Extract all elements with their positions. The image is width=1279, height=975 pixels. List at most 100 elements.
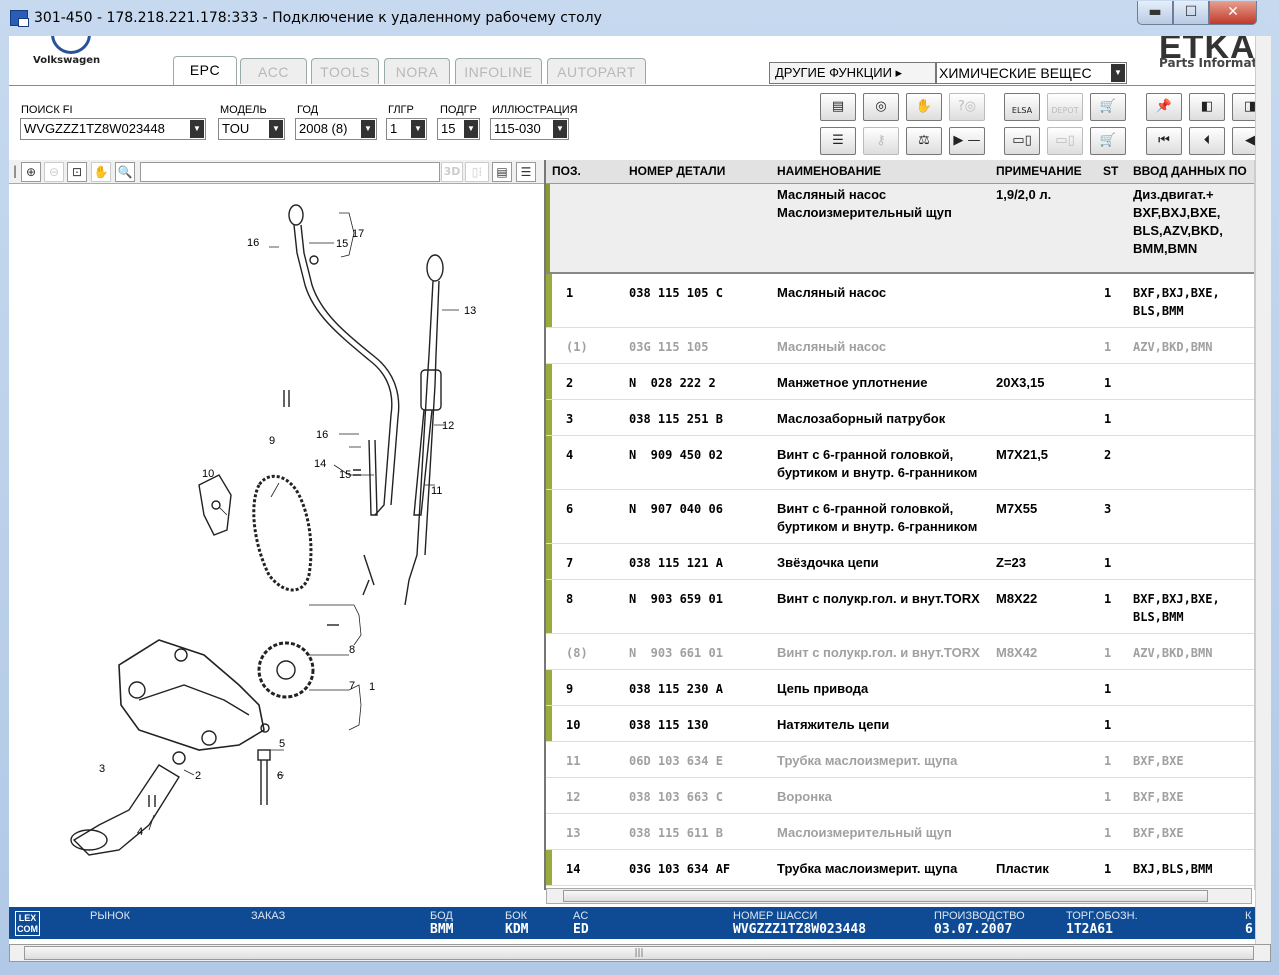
depot-info-button[interactable]: ▭▯ xyxy=(1047,127,1083,155)
scale-button[interactable]: ⚖ xyxy=(906,127,942,155)
cell-part-number: N 909 450 02 xyxy=(629,448,723,462)
prev-page-button[interactable]: ⏴ xyxy=(1189,127,1225,155)
table-row[interactable]: 3 038 115 251 B Маслозаборный патрубок 1 xyxy=(546,400,1271,436)
table-horizontal-scrollbar[interactable] xyxy=(546,888,1252,904)
first-page-button[interactable]: ⏮ xyxy=(1146,127,1182,155)
search-button[interactable]: 🔍 xyxy=(115,162,135,182)
tab-tools[interactable]: TOOLS xyxy=(311,58,379,84)
table-row[interactable]: 13 038 115 611 B Маслоизмерительный щуп 1 BX… xyxy=(546,814,1271,850)
col-name[interactable]: НАИМЕНОВАНИЕ xyxy=(777,164,881,178)
tab-infoline[interactable]: INFOLINE xyxy=(455,58,542,84)
table-row[interactable]: 4 N 909 450 02 Винт с 6-гранной головкой, … xyxy=(546,436,1271,490)
callout-10: 10 xyxy=(202,468,214,480)
split-view-button[interactable]: ▤ xyxy=(492,162,512,182)
col-input[interactable]: ВВОД ДАННЫХ ПО xyxy=(1133,164,1247,178)
cell-st: 1 xyxy=(1104,286,1112,300)
podgr-select[interactable]: 15 ▼ xyxy=(437,118,480,140)
chemicals-select[interactable]: ХИМИЧЕСКИЕ ВЕЩЕС ▼ xyxy=(936,62,1127,84)
play-stop-button[interactable]: ▶ — xyxy=(949,127,985,155)
3d-button[interactable]: 3D xyxy=(441,162,463,182)
service-button[interactable]: ◎ xyxy=(863,93,899,121)
columns-view-button[interactable]: ☰ xyxy=(516,162,536,182)
table-row[interactable]: 8 N 903 659 01 Винт с полукр.гол. и внут.T… xyxy=(546,580,1271,634)
cell-note: M7X21,5 xyxy=(996,447,1049,462)
page-back-button[interactable]: ◧ xyxy=(1189,93,1225,121)
table-group-header-row[interactable]: Масляный насос Маслоизмерительный щуп 1,… xyxy=(546,184,1271,274)
cell-name: Масляный насос xyxy=(777,285,887,300)
close-button[interactable]: ✕ xyxy=(1209,1,1257,25)
fi-search-label: ПОИСК FI xyxy=(21,104,73,116)
cart-icon: 🛒 xyxy=(1099,99,1117,114)
table-row[interactable]: 6 N 907 040 06 Винт с 6-гранной головкой, … xyxy=(546,490,1271,544)
table-row[interactable]: (8) N 903 661 01 Винт с полукр.гол. и внут… xyxy=(546,634,1271,670)
col-pos[interactable]: ПОЗ. xyxy=(552,164,581,178)
tab-acc[interactable]: ACC xyxy=(240,58,307,84)
cell-st: 1 xyxy=(1104,556,1112,570)
fi-search-field[interactable]: WVGZZZ1TZ8W023448 ▼ xyxy=(20,118,206,140)
fi-search-value: WVGZZZ1TZ8W023448 xyxy=(24,121,165,136)
cell-input: AZV,BKD,BMN xyxy=(1133,340,1213,354)
cell-name: Трубка маслоизмерит. щупа xyxy=(777,753,958,768)
model-select[interactable]: TOU ▼ xyxy=(218,118,285,140)
table-row[interactable]: 9 038 115 230 A Цепь привода 1 xyxy=(546,670,1271,706)
window-vertical-scrollbar[interactable] xyxy=(1255,36,1271,944)
cart-button[interactable]: 🛒 xyxy=(1090,93,1126,121)
order-label: ЗАКАЗ xyxy=(251,910,286,922)
zoom-in-button[interactable]: ⊕ xyxy=(21,162,41,182)
scroll-thumb[interactable] xyxy=(563,890,1208,902)
zoom-out-button[interactable]: ⊖ xyxy=(44,162,64,182)
table-row[interactable]: 11 06D 103 634 E Трубка маслоизмерит. щупа… xyxy=(546,742,1271,778)
cell-part-number: 03G 115 105 xyxy=(629,340,709,354)
cell-pos: 13 xyxy=(566,826,581,840)
row-marker xyxy=(546,580,552,633)
minimize-button[interactable]: ▬ xyxy=(1137,1,1173,25)
illustration-search-input[interactable] xyxy=(140,162,440,182)
pin-button[interactable]: 📌 xyxy=(1146,93,1182,121)
oil-pump-diagram: 16 15 17 13 16 12 9 10 14 15 11 8 7 1 5 … xyxy=(70,204,476,856)
table-row[interactable]: 12 038 103 663 C Воронка 1 BXF,BXE xyxy=(546,778,1271,814)
table-row[interactable]: 7 038 115 121 A Звёздочка цепи Z=23 1 xyxy=(546,544,1271,580)
help-icon: ?◎ xyxy=(957,99,977,114)
callout-15-mid: 15 xyxy=(339,469,351,481)
tab-nora[interactable]: NORA xyxy=(384,58,450,84)
cell-st: 1 xyxy=(1104,376,1112,390)
col-part-number[interactable]: НОМЕР ДЕТАЛИ xyxy=(629,164,725,178)
depot-button[interactable]: DEPOT xyxy=(1047,93,1083,121)
grid-view-button[interactable]: ▯⁞ xyxy=(465,162,489,182)
year-select[interactable]: 2008 (8) ▼ xyxy=(295,118,377,140)
illustration-select[interactable]: 115-030 ▼ xyxy=(490,118,569,140)
table-row[interactable]: 10 038 115 130 Натяжитель цепи 1 xyxy=(546,706,1271,742)
table-row[interactable]: (1) 03G 115 105 Масляный насос 1 AZV,BKD,BMN xyxy=(546,328,1271,364)
title-bar[interactable]: 301-450 - 178.218.221.178:333 - Подключе… xyxy=(0,0,1279,36)
glgr-select[interactable]: 1 ▼ xyxy=(386,118,427,140)
elsa-button[interactable]: ELSA xyxy=(1004,93,1040,121)
chevron-down-icon: ▼ xyxy=(361,120,375,138)
col-note[interactable]: ПРИМЕЧАНИЕ xyxy=(996,164,1082,178)
zoom-hand-button[interactable]: ✋ xyxy=(91,162,111,182)
computer-button[interactable]: ▭▯ xyxy=(1004,127,1040,155)
cell-note: 20X3,15 xyxy=(996,375,1045,390)
cart-list-button[interactable]: 🛒 xyxy=(1090,127,1126,155)
zoom-fit-button[interactable]: ⊡ xyxy=(67,162,87,182)
table-row[interactable]: 2 N 028 222 2 Манжетное уплотнение 20X3,15 1 xyxy=(546,364,1271,400)
callout-4: 4 xyxy=(137,826,143,838)
table-row[interactable]: 14 03G 103 634 AF Трубка маслоизмерит. щуп… xyxy=(546,850,1271,886)
maximize-button[interactable]: ☐ xyxy=(1173,1,1209,25)
cell-pos: 9 xyxy=(566,682,574,696)
table-row[interactable]: 1 038 115 105 C Масляный насос 1 BXF,BXJ,BXE… xyxy=(546,274,1271,328)
market-label: РЫНОК xyxy=(90,910,130,922)
scroll-thumb[interactable]: ||| xyxy=(24,946,1254,960)
help-button[interactable]: ?◎ xyxy=(949,93,985,121)
print-button[interactable]: ▤ xyxy=(820,93,856,121)
handshake-button[interactable]: ✋ xyxy=(906,93,942,121)
window-horizontal-scrollbar[interactable]: ||| xyxy=(9,944,1271,962)
key-button[interactable]: ⚷ xyxy=(863,127,899,155)
list-button[interactable]: ☰ xyxy=(820,127,856,155)
parts-illustration[interactable]: 16 15 17 13 16 12 9 10 14 15 11 8 7 1 5 … xyxy=(9,185,544,885)
tab-epc[interactable]: EPC xyxy=(173,56,237,86)
cell-part-number: 038 115 611 B xyxy=(629,826,723,840)
tab-autopart[interactable]: AUTOPART xyxy=(547,58,646,84)
other-functions-menu[interactable]: ДРУГИЕ ФУНКЦИИ ▸ xyxy=(769,62,936,84)
cell-name: Натяжитель цепи xyxy=(777,717,890,732)
col-st[interactable]: ST xyxy=(1103,164,1118,178)
